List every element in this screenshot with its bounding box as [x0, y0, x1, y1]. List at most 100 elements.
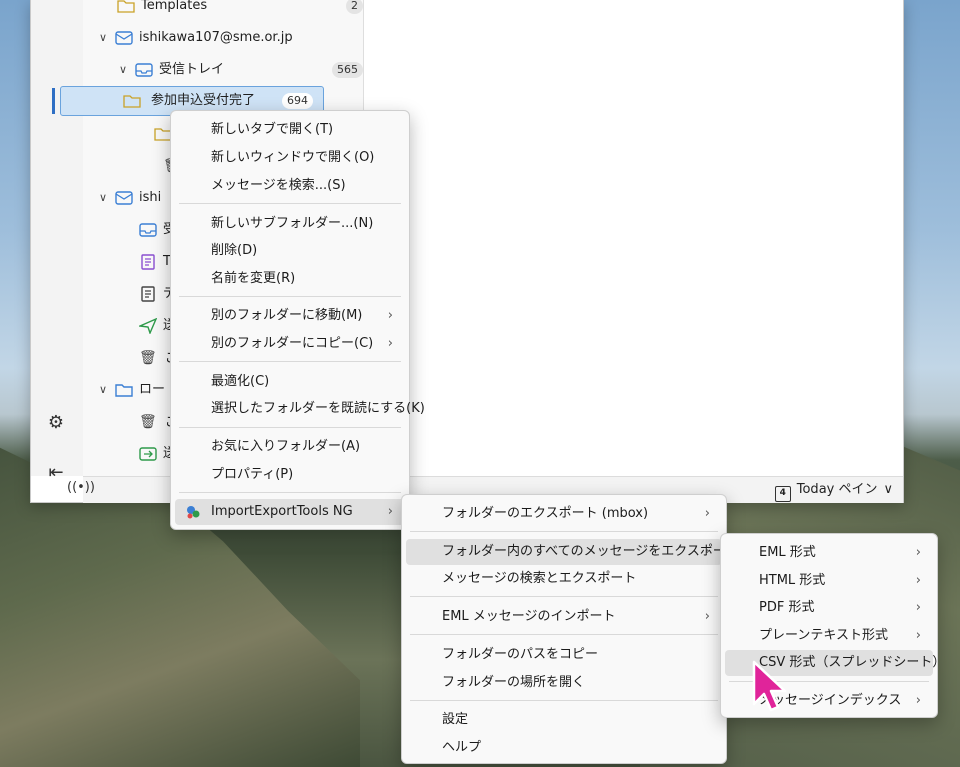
- gear-icon[interactable]: ⚙: [45, 412, 67, 434]
- chevron-down-icon[interactable]: ∨: [95, 184, 111, 212]
- count-badge: 2: [346, 0, 363, 14]
- template-icon: [141, 253, 155, 270]
- menu-item-open-location[interactable]: フォルダーの場所を開く: [406, 670, 722, 696]
- menu-item-search-export[interactable]: メッセージの検索とエクスポート: [406, 566, 722, 592]
- folder-context-menu: 新しいタブで開く(T) 新しいウィンドウで開く(O) メッセージを検索...(S…: [170, 110, 425, 530]
- menu-item-pdf-format[interactable]: PDF 形式 ›: [725, 595, 933, 621]
- menu-separator: [179, 203, 401, 204]
- folder-icon: [117, 0, 135, 13]
- menu-item-label: 新しいタブで開く(T): [211, 122, 334, 137]
- account-label: ishikawa107@sme.or.jp: [139, 30, 293, 45]
- collapse-pane-icon[interactable]: ⇤: [45, 462, 67, 484]
- menu-item-open-new-tab[interactable]: 新しいタブで開く(T): [175, 117, 405, 143]
- menu-item-properties[interactable]: プロパティ(P): [175, 462, 405, 488]
- chevron-right-icon: ›: [915, 600, 921, 615]
- chevron-down-icon: ∨: [883, 482, 893, 497]
- folder-icon: [123, 95, 141, 108]
- menu-item-label: EML メッセージのインポート: [442, 609, 616, 624]
- mail-account-icon: [115, 30, 133, 45]
- menu-separator: [179, 492, 401, 493]
- menu-item-label: 最適化(C): [211, 374, 270, 389]
- menu-separator: [410, 531, 718, 532]
- inbox-icon: [135, 62, 153, 77]
- menu-item-label: フォルダーのエクスポート (mbox): [442, 506, 649, 521]
- menu-item-new-subfolder[interactable]: 新しいサブフォルダー...(N): [175, 211, 405, 237]
- menu-item-move-to[interactable]: 別のフォルダーに移動(M) ›: [175, 303, 405, 329]
- menu-item-label: 別のフォルダーに移動(M): [211, 308, 363, 323]
- menu-item-copy-to[interactable]: 別のフォルダーにコピー(C) ›: [175, 331, 405, 357]
- chevron-right-icon: ›: [387, 308, 393, 323]
- menu-item-label: 選択したフォルダーを既読にする(K): [211, 401, 425, 416]
- outbox-icon: [139, 446, 157, 461]
- menu-item-copy-path[interactable]: フォルダーのパスをコピー: [406, 642, 722, 668]
- thunderbird-window: ⚙ ⇤ Templates 2 ∨ ishikawa107@sme.or.jp ∨…: [30, 0, 904, 503]
- chevron-right-icon: ›: [915, 573, 921, 588]
- menu-item-label: プロパティ(P): [211, 467, 294, 482]
- account-label: ishi: [139, 190, 162, 205]
- menu-item-favorite[interactable]: お気に入りフォルダー(A): [175, 434, 405, 460]
- menu-item-importexporttools[interactable]: ImportExportTools NG ›: [175, 499, 405, 525]
- mail-account-icon: [115, 190, 133, 205]
- menu-item-open-new-window[interactable]: 新しいウィンドウで開く(O): [175, 145, 405, 171]
- menu-item-label: PDF 形式: [759, 600, 815, 615]
- menu-item-label: プレーンテキスト形式: [759, 628, 888, 643]
- chevron-right-icon: ›: [915, 628, 921, 643]
- folder-row-templates[interactable]: Templates 2: [113, 0, 375, 20]
- menu-separator: [410, 634, 718, 635]
- menu-item-label: 別のフォルダーにコピー(C): [211, 336, 374, 351]
- chevron-right-icon: ›: [704, 544, 710, 559]
- folder-label: 受信トレイ: [159, 62, 225, 77]
- local-folder-icon: [115, 383, 133, 397]
- menu-separator: [179, 427, 401, 428]
- menu-item-label: メッセージの検索とエクスポート: [442, 571, 637, 586]
- trash-icon: 🗑: [139, 414, 157, 430]
- menu-item-rename[interactable]: 名前を変更(R): [175, 266, 405, 292]
- today-pane-button[interactable]: 4 Today ペイン ∨: [774, 480, 893, 502]
- chevron-right-icon: ›: [387, 336, 393, 351]
- chevron-right-icon: ›: [915, 693, 921, 708]
- account-row-ishikawa107[interactable]: ∨ ishikawa107@sme.or.jp: [95, 24, 363, 52]
- chevron-down-icon[interactable]: ∨: [95, 376, 111, 404]
- spaces-toolbar: ⚙ ⇤: [31, 0, 83, 483]
- menu-item-delete[interactable]: 削除(D): [175, 238, 405, 264]
- menu-item-mark-read[interactable]: 選択したフォルダーを既読にする(K): [175, 396, 425, 422]
- chevron-down-icon[interactable]: ∨: [115, 56, 131, 84]
- menu-item-export-all-messages[interactable]: フォルダー内のすべてのメッセージをエクスポート ›: [406, 539, 739, 565]
- chevron-down-icon[interactable]: ∨: [95, 24, 111, 52]
- menu-item-label: 削除(D): [211, 243, 258, 258]
- mouse-cursor-icon: [752, 660, 787, 712]
- menu-item-label: ヘルプ: [442, 740, 482, 755]
- selection-indicator: [52, 88, 55, 114]
- trash-icon: 🗑: [139, 350, 157, 366]
- calendar-icon: 4: [774, 486, 791, 502]
- menu-item-label: EML 形式: [759, 545, 816, 560]
- menu-item-label: 新しいサブフォルダー...(N): [211, 216, 374, 231]
- drafts-icon: [141, 285, 155, 302]
- menu-item-label: メッセージを検索...(S): [211, 178, 346, 193]
- today-pane-label: Today ペイン: [796, 482, 878, 497]
- online-status-icon[interactable]: ((•)): [67, 480, 95, 495]
- count-badge: 565: [332, 62, 363, 78]
- folder-row-inbox[interactable]: ∨ 受信トレイ 565: [115, 56, 375, 84]
- chevron-right-icon: ›: [704, 506, 710, 521]
- inbox-icon: [139, 222, 157, 237]
- menu-item-export-mbox[interactable]: フォルダーのエクスポート (mbox) ›: [406, 501, 722, 527]
- menu-item-html-format[interactable]: HTML 形式 ›: [725, 568, 933, 594]
- menu-item-help[interactable]: ヘルプ: [406, 735, 722, 761]
- menu-item-label: フォルダーの場所を開く: [442, 675, 586, 690]
- menu-item-compact[interactable]: 最適化(C): [175, 369, 405, 395]
- menu-item-search-messages[interactable]: メッセージを検索...(S): [175, 173, 405, 199]
- menu-item-plaintext-format[interactable]: プレーンテキスト形式 ›: [725, 623, 933, 649]
- folder-label: Templates: [141, 0, 208, 13]
- menu-item-label: ImportExportTools NG: [211, 504, 353, 519]
- menu-item-eml-format[interactable]: EML 形式 ›: [725, 540, 933, 566]
- importexporttools-submenu: フォルダーのエクスポート (mbox) › フォルダー内のすべてのメッセージをエク…: [401, 494, 739, 764]
- menu-item-label: 新しいウィンドウで開く(O): [211, 150, 375, 165]
- menu-item-label: 名前を変更(R): [211, 271, 296, 286]
- menu-item-settings[interactable]: 設定: [406, 707, 722, 733]
- menu-item-import-eml[interactable]: EML メッセージのインポート ›: [406, 604, 722, 630]
- menu-item-label: 設定: [442, 712, 469, 727]
- menu-item-label: お気に入りフォルダー(A): [211, 439, 361, 454]
- menu-item-label: HTML 形式: [759, 573, 826, 588]
- chevron-right-icon: ›: [915, 545, 921, 560]
